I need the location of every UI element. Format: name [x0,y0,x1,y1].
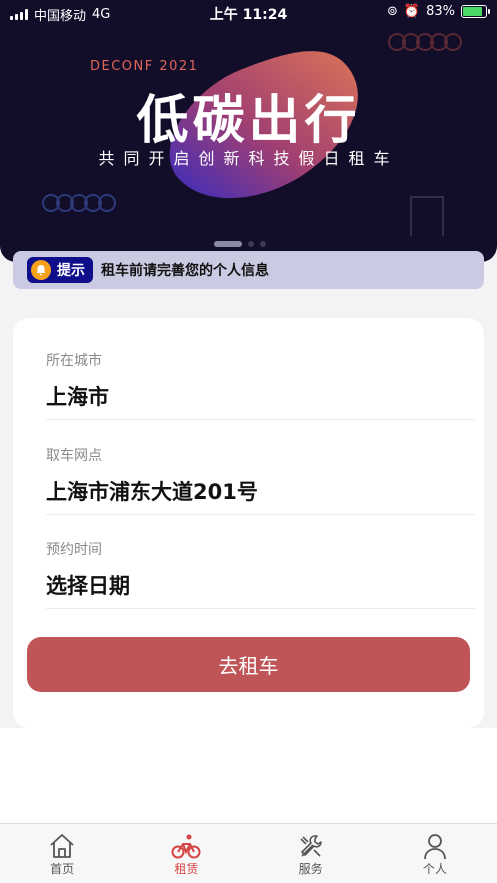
battery-percent: 83% [426,4,455,19]
city-field[interactable]: 所在城市 上海市 [46,326,475,420]
alarm-icon: ⏰ [403,4,421,19]
tab-rental[interactable]: 租赁 [124,824,248,883]
carousel-dot[interactable] [260,241,266,247]
banner-subtitle: 共同开启创新科技假日租车 [98,149,399,168]
tab-rental-label: 租赁 [174,862,199,876]
tab-home[interactable]: 首页 [0,824,124,883]
bicycle-icon [171,834,201,859]
rent-button[interactable]: 去租车 [27,637,470,692]
bell-icon [31,260,51,280]
carousel-dot[interactable] [248,241,254,247]
home-icon [50,834,74,858]
status-bar: 中国移动 4G 上午 11:24 ⊚ ⏰ 83% [0,0,497,26]
battery-icon [461,5,490,18]
tab-profile[interactable]: 个人 [373,824,497,883]
tab-home-label: 首页 [50,862,75,876]
decorative-rings [388,33,462,51]
tab-service-label: 服务 [298,862,323,876]
reservation-time-value[interactable]: 选择日期 [46,570,130,600]
carousel-dot-active[interactable] [214,241,242,247]
reservation-time-label: 预约时间 [46,542,102,558]
carousel-indicator[interactable] [214,241,266,247]
orientation-lock-icon: ⊚ [387,4,398,19]
tab-service[interactable]: 服务 [249,824,373,883]
city-label: 所在城市 [46,353,102,369]
reservation-time-field[interactable]: 预约时间 选择日期 [46,515,475,609]
person-icon [423,834,446,860]
decorative-rings [42,194,116,212]
tab-profile-label: 个人 [422,862,447,876]
notice-tag-label: 提示 [57,263,85,279]
notice-message: 租车前请完善您的个人信息 [101,263,269,279]
tools-icon [300,835,322,857]
decorative-frame [410,196,444,236]
notice-bar[interactable]: 提示 租车前请完善您的个人信息 [13,251,484,289]
pickup-location-label: 取车网点 [46,448,102,464]
content-background [0,728,497,823]
pickup-location-value[interactable]: 上海市浦东大道201号 [46,476,258,506]
banner-title: 低碳出行 [136,91,361,151]
rental-form-card: 所在城市 上海市 取车网点 上海市浦东大道201号 预约时间 选择日期 去租车 [13,318,484,728]
city-value[interactable]: 上海市 [46,381,109,411]
tab-bar: 首页 租赁 服务 个人 [0,823,497,883]
banner-brand: DECONF 2021 [90,59,199,74]
pickup-location-field[interactable]: 取车网点 上海市浦东大道201号 [46,421,475,515]
notice-tag: 提示 [27,257,93,283]
hero-banner[interactable]: DECONF 2021 低碳出行 共同开启创新科技假日租车 [0,0,497,262]
